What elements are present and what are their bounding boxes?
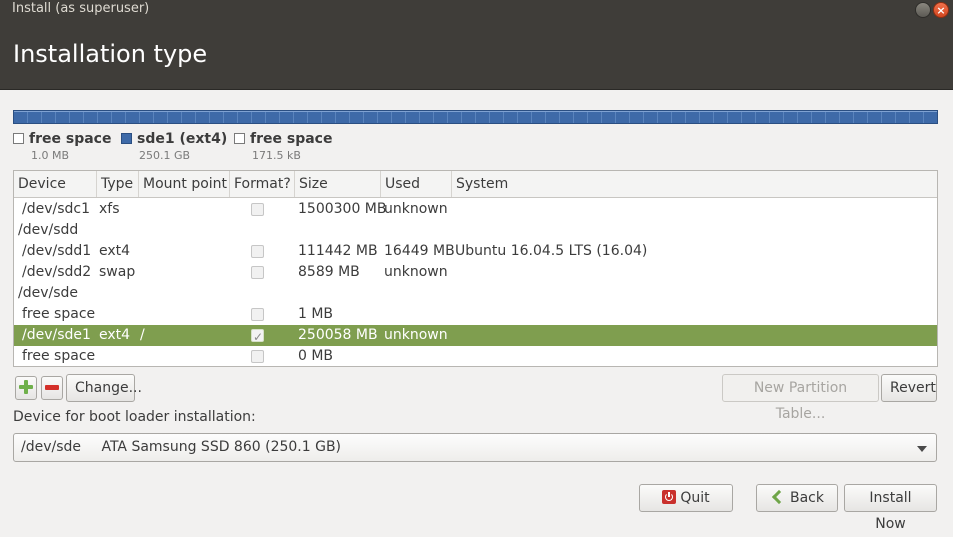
- table-row[interactable]: free space 1 MB: [14, 304, 937, 325]
- close-icon: ×: [936, 4, 946, 17]
- cell-size: 1500300 MB: [298, 201, 387, 217]
- legend-name: free space: [29, 131, 112, 147]
- cell-used: unknown: [384, 201, 448, 217]
- table-row-selected[interactable]: /dev/sde1 ext4 / ✓ 250058 MB unknown: [14, 325, 937, 346]
- plus-icon: [19, 380, 33, 394]
- disk-usage-bar: [13, 110, 938, 124]
- cell-device: /dev/sde1: [22, 327, 91, 343]
- legend-item-free-space-1: free space 1.0 MB: [13, 131, 111, 162]
- cell-size: 111442 MB: [298, 243, 378, 259]
- format-checkbox[interactable]: [251, 308, 264, 321]
- back-arrow-icon: [770, 490, 784, 504]
- bootloader-description: ATA Samsung SSD 860 (250.1 GB): [101, 439, 342, 455]
- column-format[interactable]: Format?: [230, 171, 295, 197]
- column-system[interactable]: System: [452, 171, 937, 197]
- cell-size: 1 MB: [298, 306, 334, 322]
- legend-swatch: [13, 133, 24, 144]
- legend-item-free-space-2: free space 171.5 kB: [234, 131, 332, 162]
- format-checkbox[interactable]: [251, 245, 264, 258]
- legend-size: 1.0 MB: [31, 149, 70, 162]
- quit-button[interactable]: Quit: [639, 484, 733, 512]
- cell-type: ext4: [99, 327, 131, 343]
- quit-label: Quit: [680, 490, 710, 506]
- column-size[interactable]: Size: [295, 171, 381, 197]
- cell-size: 250058 MB: [298, 327, 378, 343]
- table-row[interactable]: free space 0 MB: [14, 346, 937, 367]
- table-row[interactable]: /dev/sdd2 swap 8589 MB unknown: [14, 262, 937, 283]
- cell-used: unknown: [384, 264, 448, 280]
- cell-type: xfs: [99, 201, 120, 217]
- cell-device: free space: [22, 306, 96, 322]
- format-checkbox[interactable]: [251, 203, 264, 216]
- window-header: Install (as superuser) × Installation ty…: [0, 0, 953, 90]
- back-button[interactable]: Back: [756, 484, 838, 512]
- partition-table[interactable]: Device Type Mount point Format? Size Use…: [13, 170, 938, 367]
- cell-device: /dev/sde: [18, 285, 79, 301]
- legend-name: free space: [250, 131, 333, 147]
- install-now-button[interactable]: Install Now: [844, 484, 937, 532]
- cell-device: /dev/sdc1: [22, 201, 91, 217]
- close-button[interactable]: ×: [933, 2, 949, 18]
- dropdown-arrow-icon: [917, 446, 927, 452]
- table-row[interactable]: /dev/sdd: [14, 220, 937, 241]
- remove-partition-button[interactable]: [41, 376, 63, 400]
- legend-swatch: [234, 133, 245, 144]
- new-partition-table-button[interactable]: New Partition Table...: [722, 374, 879, 422]
- window-title: Install (as superuser): [12, 1, 150, 16]
- cell-device: /dev/sdd1: [22, 243, 92, 259]
- legend-size: 171.5 kB: [252, 149, 301, 162]
- column-mount-point[interactable]: Mount point: [139, 171, 230, 197]
- cell-type: ext4: [99, 243, 131, 259]
- table-header: Device Type Mount point Format? Size Use…: [14, 171, 937, 198]
- page-title: Installation type: [13, 40, 208, 68]
- legend-item-sde1: sde1 (ext4) 250.1 GB: [121, 131, 227, 162]
- legend-size: 250.1 GB: [139, 149, 191, 162]
- table-row[interactable]: /dev/sdd1 ext4 111442 MB 16449 MB Ubuntu…: [14, 241, 937, 262]
- cell-size: 8589 MB: [298, 264, 360, 280]
- add-partition-button[interactable]: [15, 376, 37, 400]
- minimize-button[interactable]: [915, 2, 931, 18]
- bootloader-label: Device for boot loader installation:: [13, 409, 256, 425]
- cell-system: Ubuntu 16.04.5 LTS (16.04): [455, 243, 648, 259]
- minus-icon: [45, 385, 59, 390]
- column-device[interactable]: Device: [14, 171, 97, 197]
- cell-mount-point: /: [140, 327, 145, 343]
- cell-size: 0 MB: [298, 348, 334, 364]
- format-checkbox[interactable]: [251, 266, 264, 279]
- format-checkbox[interactable]: [251, 350, 264, 363]
- back-label: Back: [790, 490, 824, 506]
- format-checkbox[interactable]: ✓: [251, 329, 264, 344]
- legend-swatch: [121, 133, 132, 144]
- cell-device: free space: [22, 348, 96, 364]
- bootloader-device: /dev/sde: [21, 439, 82, 455]
- table-row[interactable]: /dev/sde: [14, 283, 937, 304]
- power-icon: [662, 490, 677, 504]
- check-icon: ✓: [253, 330, 264, 344]
- column-used[interactable]: Used: [381, 171, 452, 197]
- bootloader-device-select[interactable]: /dev/sde ATA Samsung SSD 860 (250.1 GB): [13, 433, 937, 462]
- table-row[interactable]: /dev/sdc1 xfs 1500300 MB unknown: [14, 199, 937, 220]
- cell-device: /dev/sdd2: [22, 264, 92, 280]
- cell-used: unknown: [384, 327, 448, 343]
- cell-used: 16449 MB: [384, 243, 455, 259]
- revert-button[interactable]: Revert: [881, 374, 937, 402]
- change-button[interactable]: Change...: [66, 374, 142, 402]
- cell-device: /dev/sdd: [18, 222, 79, 238]
- legend-name: sde1 (ext4): [137, 131, 228, 147]
- column-type[interactable]: Type: [97, 171, 139, 197]
- cell-type: swap: [99, 264, 136, 280]
